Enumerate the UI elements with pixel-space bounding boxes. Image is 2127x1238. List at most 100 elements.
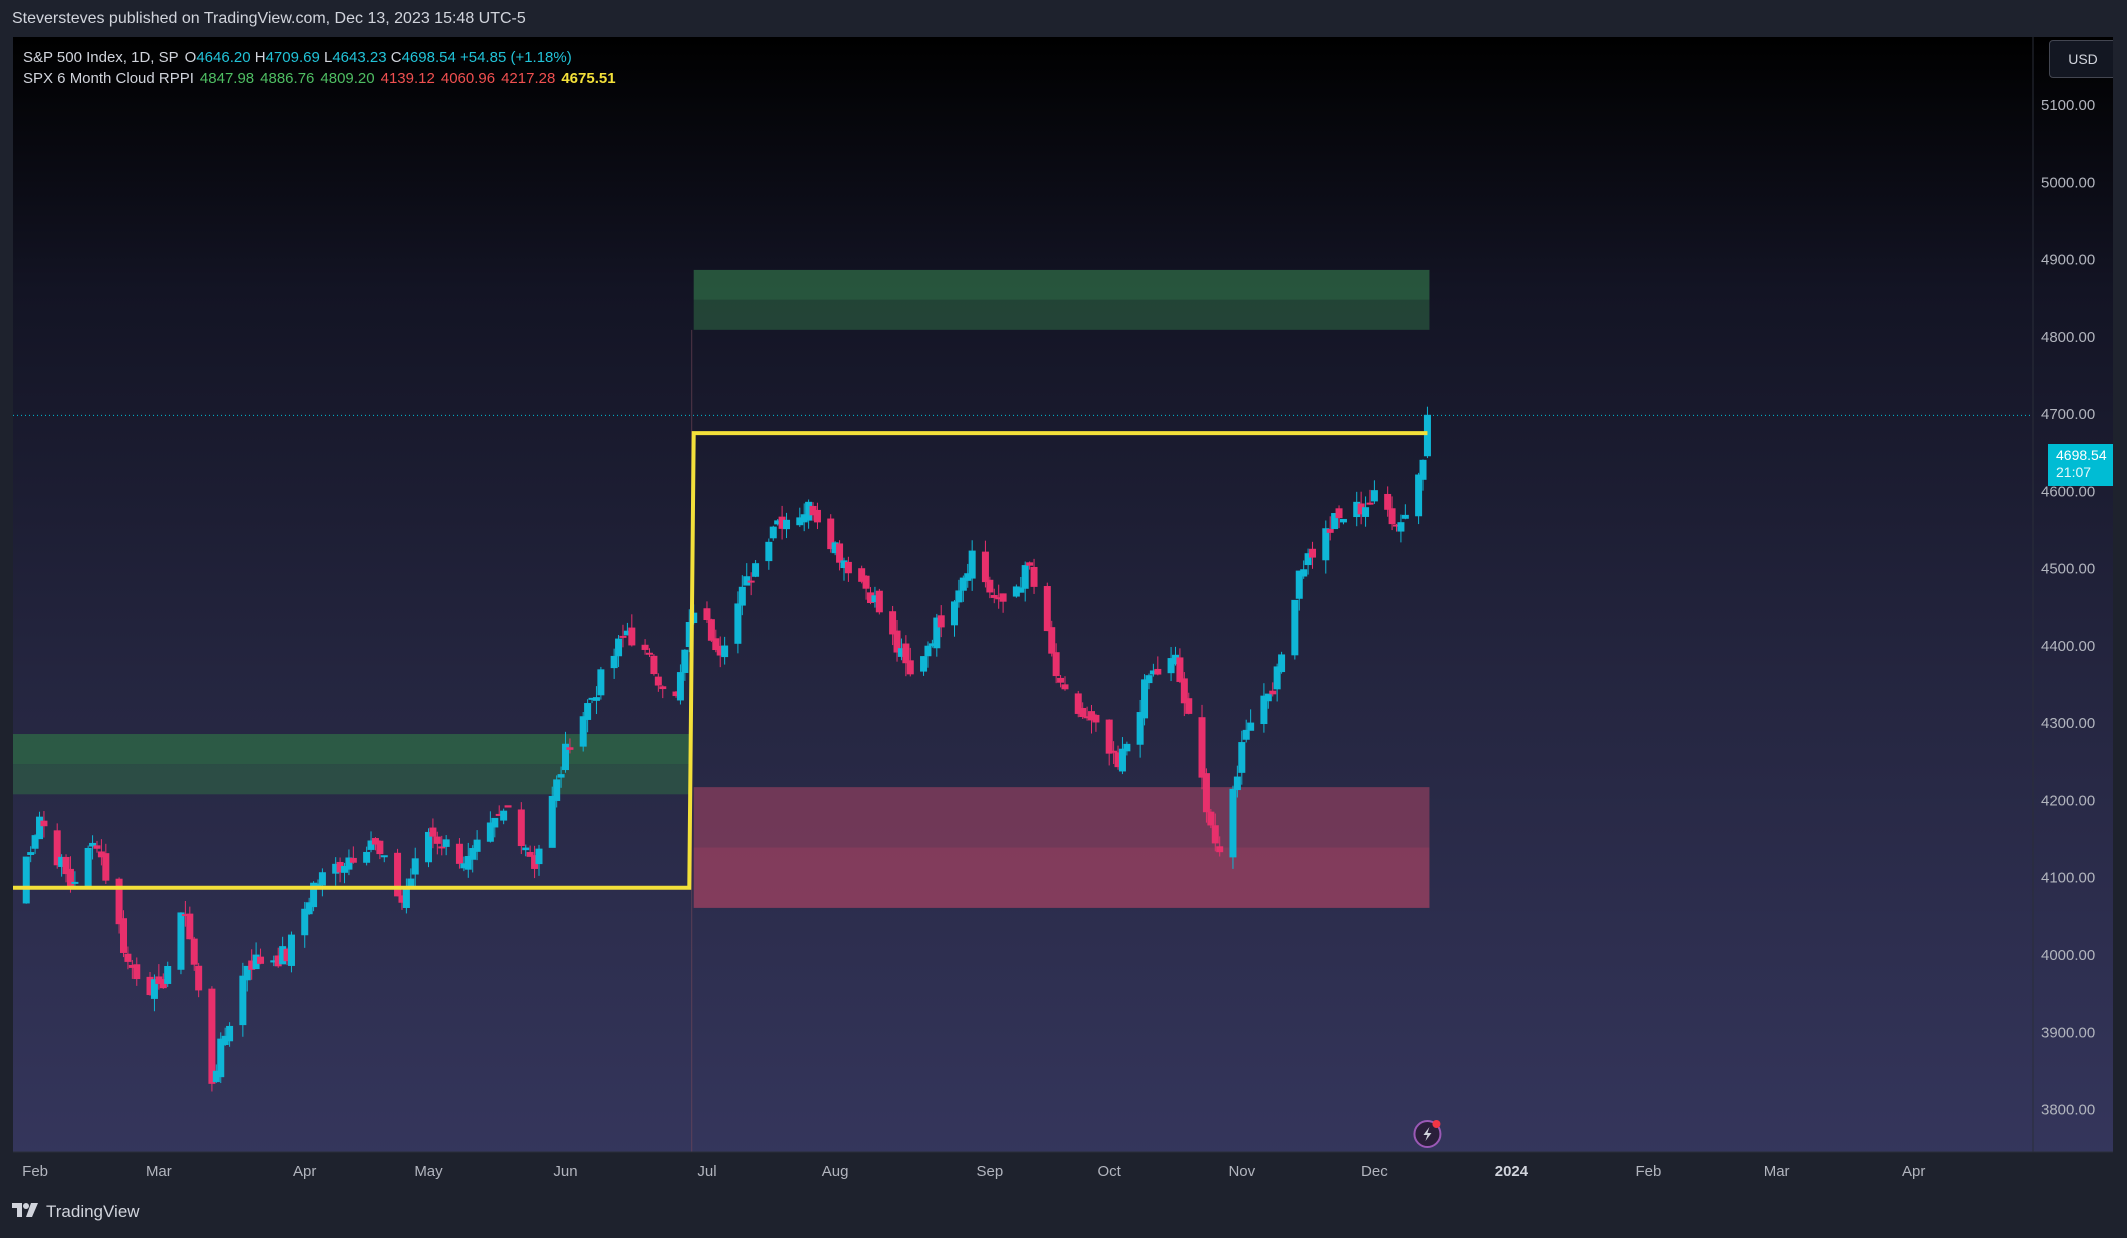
lower-cloud-band bbox=[693, 847, 1430, 908]
tradingview-logo[interactable]: TradingView bbox=[12, 1202, 140, 1222]
candle-body bbox=[186, 913, 194, 940]
indicator-legend-row[interactable]: SPX 6 Month Cloud RPPI 4847.98 4886.76 4… bbox=[23, 68, 616, 89]
candle-body bbox=[681, 649, 689, 673]
candle-body bbox=[548, 795, 556, 848]
lower-cloud-band bbox=[693, 787, 1430, 848]
candle-body bbox=[1388, 508, 1396, 525]
time-axis-tick-label: 2024 bbox=[1495, 1163, 1529, 1180]
tradingview-brand: TradingView bbox=[46, 1202, 140, 1221]
candle-body bbox=[906, 660, 914, 675]
symbol-label[interactable]: S&P 500 Index, 1D, SP bbox=[23, 47, 179, 68]
candle-body bbox=[1211, 825, 1219, 844]
time-axis-tick-label: Aug bbox=[822, 1163, 849, 1180]
candle-body bbox=[1300, 569, 1308, 577]
upper-cloud-band bbox=[693, 269, 1430, 300]
candle-body bbox=[40, 820, 48, 827]
candle-body bbox=[628, 627, 636, 646]
price-axis-tick-label: 3800.00 bbox=[2041, 1102, 2095, 1119]
time-axis bbox=[13, 1152, 2113, 1190]
candle-body bbox=[1141, 679, 1149, 719]
candle-body bbox=[257, 956, 265, 964]
candle-body bbox=[1145, 675, 1153, 684]
candle-body bbox=[535, 848, 543, 865]
candle-body bbox=[1057, 677, 1065, 683]
candle-body bbox=[597, 669, 605, 696]
time-axis-tick-label: Mar bbox=[1764, 1163, 1790, 1180]
candle-body bbox=[433, 836, 441, 844]
candle-body bbox=[1176, 657, 1184, 682]
candle-body bbox=[955, 590, 963, 603]
change-value: +54.85 (+1.18%) bbox=[459, 49, 572, 66]
candle-body bbox=[950, 601, 958, 626]
candle-body bbox=[102, 853, 110, 881]
candle-body bbox=[747, 580, 755, 583]
bar-countdown: 21:07 bbox=[2056, 464, 2092, 480]
candle-body bbox=[124, 953, 132, 962]
indicator-name[interactable]: SPX 6 Month Cloud RPPI bbox=[23, 68, 194, 89]
price-axis-tick-label: 3900.00 bbox=[2041, 1024, 2095, 1041]
candle-body bbox=[376, 840, 384, 855]
candle-body bbox=[473, 839, 481, 852]
price-axis-tick-label: 4900.00 bbox=[2041, 252, 2095, 269]
candle-body bbox=[783, 519, 791, 530]
candle-body bbox=[402, 888, 410, 908]
price-axis-tick-label: 5100.00 bbox=[2041, 97, 2095, 114]
chart-pane[interactable]: 3800.00 3900.00 4000.00 4100.00 4200.00 4300.… bbox=[13, 37, 2113, 1190]
price-axis-tick-label: 4100.00 bbox=[2041, 870, 2095, 887]
candle-body bbox=[1229, 788, 1237, 858]
candle-body bbox=[442, 839, 450, 847]
candle-body bbox=[990, 595, 998, 598]
candle-body bbox=[579, 716, 587, 747]
time-axis-tick-label: Jul bbox=[697, 1163, 716, 1180]
candle-body bbox=[208, 988, 216, 1084]
price-axis-tick-label: 4400.00 bbox=[2041, 638, 2095, 655]
time-axis-tick-label: Feb bbox=[22, 1163, 48, 1180]
candle-body bbox=[676, 672, 684, 701]
last-price-label: 4698.54 21:07 bbox=[2048, 444, 2113, 486]
price-axis-tick-label: 4500.00 bbox=[2041, 561, 2095, 578]
candle-body bbox=[1154, 668, 1162, 675]
candle-body bbox=[937, 615, 945, 628]
time-axis-tick-label: Nov bbox=[1228, 1163, 1255, 1180]
time-axis-tick-label: Jun bbox=[553, 1163, 577, 1180]
indicator-value: 4809.20 bbox=[320, 70, 375, 87]
candle-body bbox=[1419, 459, 1427, 480]
candle-body bbox=[844, 561, 852, 574]
upper-cloud-band bbox=[13, 734, 692, 765]
price-axis-tick-label: 4200.00 bbox=[2041, 792, 2095, 809]
candle-body bbox=[619, 635, 627, 638]
candle-body bbox=[557, 774, 565, 778]
candle-body bbox=[429, 827, 437, 837]
time-axis-tick-label: Apr bbox=[1902, 1163, 1925, 1180]
candle-body bbox=[287, 934, 295, 966]
candle-body bbox=[500, 810, 508, 821]
candle-body bbox=[862, 575, 870, 589]
candle-body bbox=[22, 856, 30, 904]
footer-bar: TradingView bbox=[0, 1190, 2127, 1238]
candle-body bbox=[734, 603, 742, 644]
candle-body bbox=[1216, 846, 1224, 853]
close-value: 4698.54 bbox=[401, 49, 456, 66]
high-label: H bbox=[254, 49, 266, 66]
candle-body bbox=[1384, 493, 1392, 510]
candle-body bbox=[1397, 522, 1405, 532]
candle-body bbox=[1118, 748, 1126, 772]
candle-body bbox=[71, 881, 79, 884]
price-axis-tick-label: 5000.00 bbox=[2041, 174, 2095, 191]
symbol-legend-row[interactable]: S&P 500 Index, 1D, SP O4646.20 H4709.69 … bbox=[23, 47, 616, 68]
currency-button[interactable]: USD bbox=[2049, 40, 2113, 78]
candle-body bbox=[522, 847, 530, 851]
candle-body bbox=[491, 817, 499, 828]
candle-body bbox=[1092, 714, 1100, 723]
chart-canvas[interactable]: 3800.00 3900.00 4000.00 4100.00 4200.00 4300.… bbox=[13, 37, 2113, 1190]
candle-body bbox=[1079, 707, 1087, 718]
candle-body bbox=[659, 686, 667, 690]
candle-body bbox=[84, 847, 92, 888]
candle-body bbox=[349, 857, 357, 863]
candle-body bbox=[920, 656, 928, 672]
chart-legend: S&P 500 Index, 1D, SP O4646.20 H4709.69 … bbox=[23, 47, 616, 89]
candle-body bbox=[1366, 502, 1374, 505]
time-axis-tick-label: Feb bbox=[1636, 1163, 1662, 1180]
high-value: 4709.69 bbox=[265, 49, 320, 66]
candle-body bbox=[1370, 490, 1378, 502]
